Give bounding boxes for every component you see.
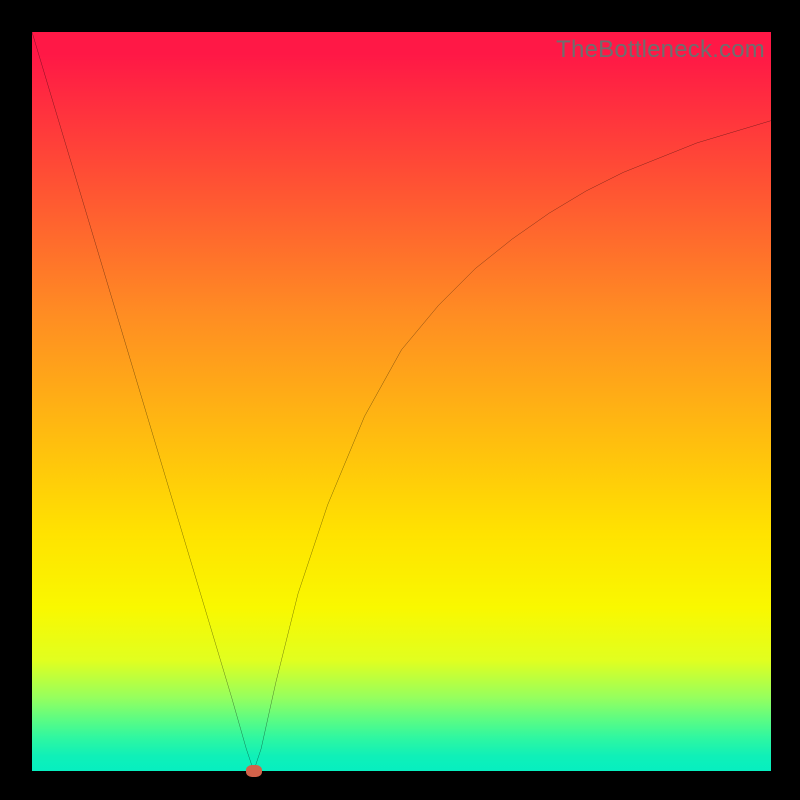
optimal-point-marker bbox=[246, 765, 262, 777]
bottleneck-curve bbox=[32, 32, 771, 771]
plot-area: TheBottleneck.com bbox=[32, 32, 771, 771]
chart-container: TheBottleneck.com bbox=[0, 0, 800, 800]
